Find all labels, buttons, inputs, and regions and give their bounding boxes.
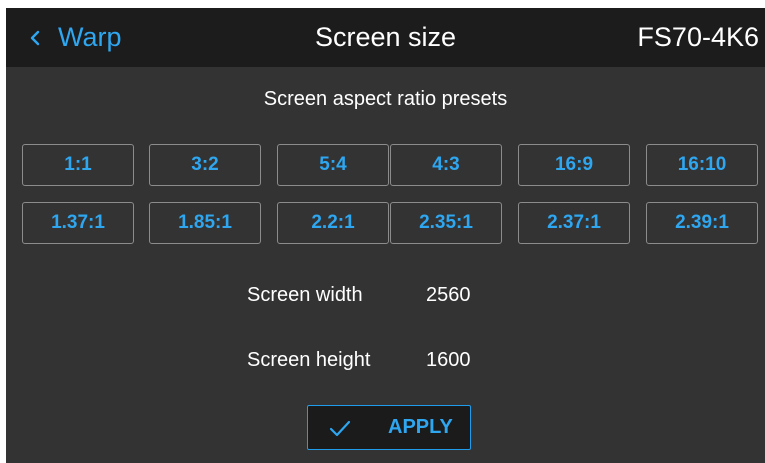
preset-button[interactable]: 2.37:1 [518,202,630,244]
screen-size-panel: Screen size Warp FS70-4K6 Screen aspect … [6,8,765,463]
preset-button[interactable]: 1.37:1 [22,202,134,244]
preset-button[interactable]: 2.39:1 [646,202,758,244]
preset-button[interactable]: 1:1 [22,144,134,186]
preset-button[interactable]: 3:2 [149,144,261,186]
apply-button-label: APPLY [388,416,453,438]
preset-button[interactable]: 5:4 [277,144,389,186]
preset-button[interactable]: 1.85:1 [149,202,261,244]
chevron-left-icon [30,30,40,45]
preset-button[interactable]: 4:3 [390,144,502,186]
back-button[interactable]: Warp [24,8,122,67]
preset-button[interactable]: 16:9 [518,144,630,186]
header-bar: Screen size Warp FS70-4K6 [6,8,765,67]
screen-height-label: Screen height [247,349,371,371]
check-icon [329,420,351,437]
back-button-label: Warp [58,22,122,52]
preset-button[interactable]: 16:10 [646,144,758,186]
screen-height-value[interactable]: 1600 [426,349,471,372]
preset-button[interactable]: 2.2:1 [277,202,389,244]
device-name: FS70-4K6 [637,22,759,52]
screen-width-value[interactable]: 2560 [426,284,471,307]
apply-button[interactable]: APPLY [307,405,471,450]
preset-button[interactable]: 2.35:1 [390,202,502,244]
presets-title: Screen aspect ratio presets [263,88,508,110]
screen-width-label: Screen width [247,284,363,306]
